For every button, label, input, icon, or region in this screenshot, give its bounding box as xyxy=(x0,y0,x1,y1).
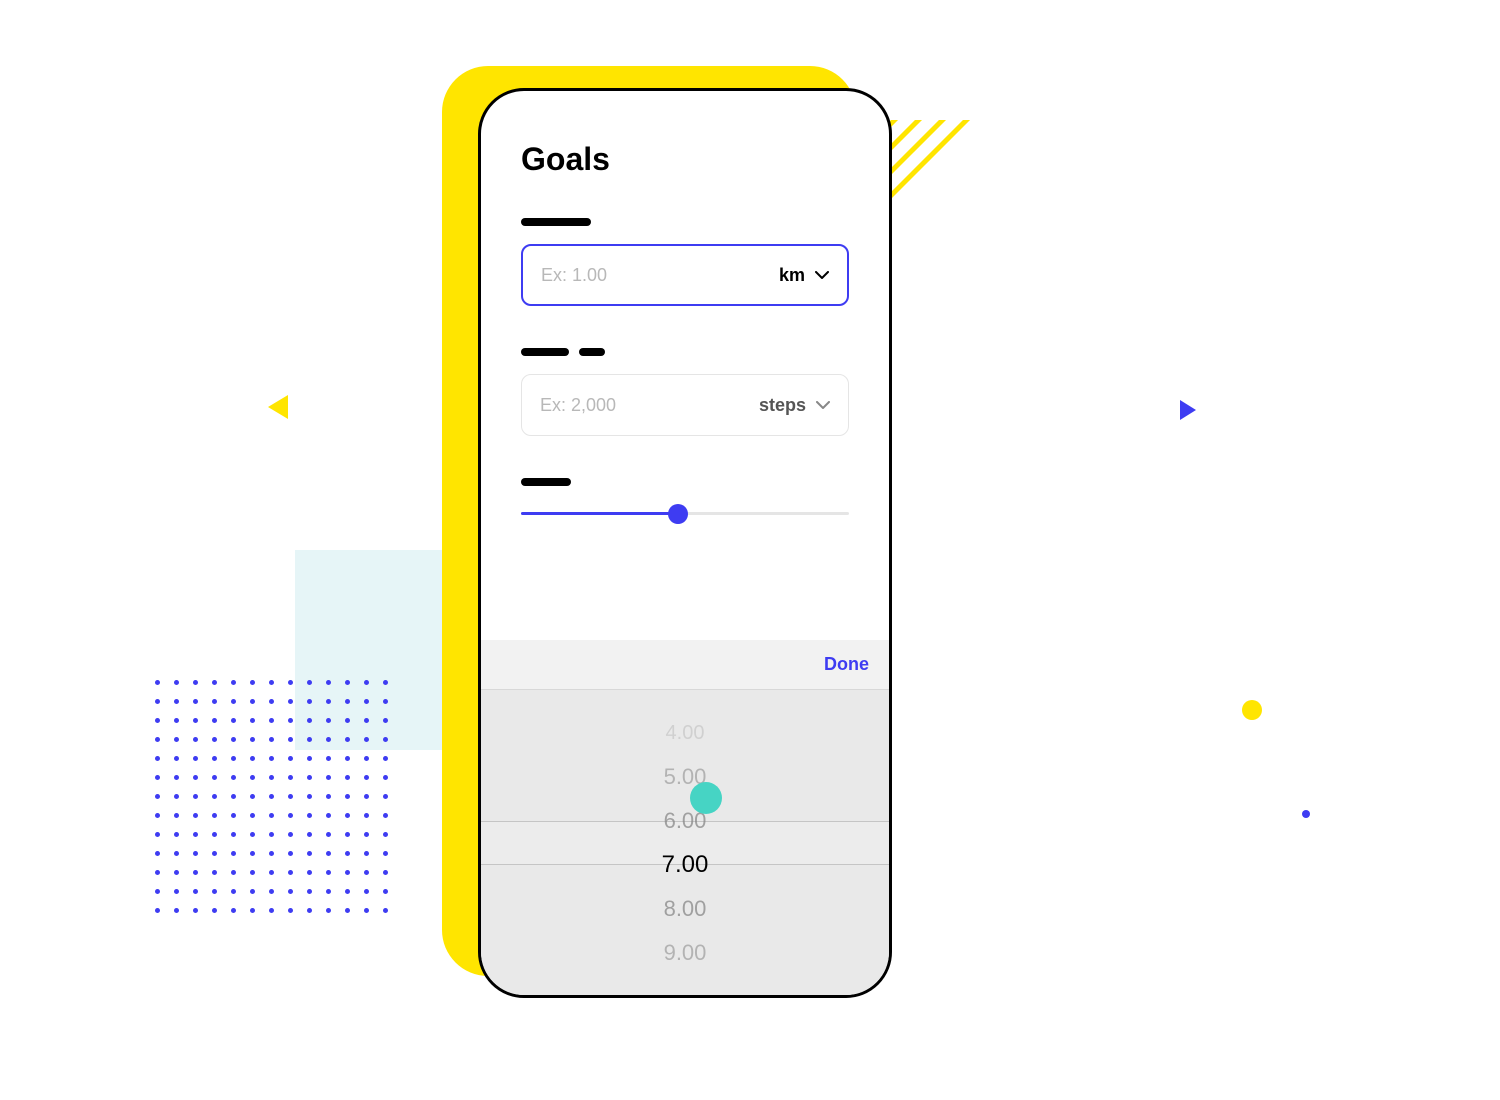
deco-dot-grid xyxy=(155,680,388,913)
picker-item[interactable]: 7.00 xyxy=(662,843,709,887)
slider[interactable] xyxy=(521,504,849,524)
steps-label xyxy=(521,348,849,356)
slider-label xyxy=(521,478,571,486)
deco-yellow-triangle xyxy=(268,395,288,419)
phone-frame: Goals Ex: 1.00 km Ex: 2,000 steps xyxy=(478,88,892,998)
page-title: Goals xyxy=(521,141,849,178)
picker-panel: Done 4.00 5.00 6.00 7.00 8.00 9.00 xyxy=(481,640,889,995)
steps-placeholder: Ex: 2,000 xyxy=(540,395,759,416)
done-button[interactable]: Done xyxy=(824,654,869,675)
steps-unit: steps xyxy=(759,395,806,416)
chevron-down-icon[interactable] xyxy=(816,398,830,412)
steps-input[interactable]: Ex: 2,000 steps xyxy=(521,374,849,436)
picker-wheel[interactable]: 4.00 5.00 6.00 7.00 8.00 9.00 xyxy=(481,690,889,995)
picker-header: Done xyxy=(481,640,889,690)
distance-label xyxy=(521,218,591,226)
deco-blue-triangle xyxy=(1180,400,1196,420)
picker-item[interactable]: 9.00 xyxy=(664,931,707,975)
deco-yellow-stripes xyxy=(880,120,1060,260)
picker-item[interactable]: 8.00 xyxy=(664,887,707,931)
distance-placeholder: Ex: 1.00 xyxy=(541,265,779,286)
deco-teal-circle xyxy=(690,782,722,814)
distance-unit: km xyxy=(779,265,805,286)
picker-item[interactable]: 4.00 xyxy=(666,711,705,755)
deco-yellow-circle xyxy=(1242,700,1262,720)
deco-blue-small-circle xyxy=(1302,810,1310,818)
chevron-down-icon[interactable] xyxy=(815,268,829,282)
slider-thumb[interactable] xyxy=(668,504,688,524)
distance-input[interactable]: Ex: 1.00 km xyxy=(521,244,849,306)
